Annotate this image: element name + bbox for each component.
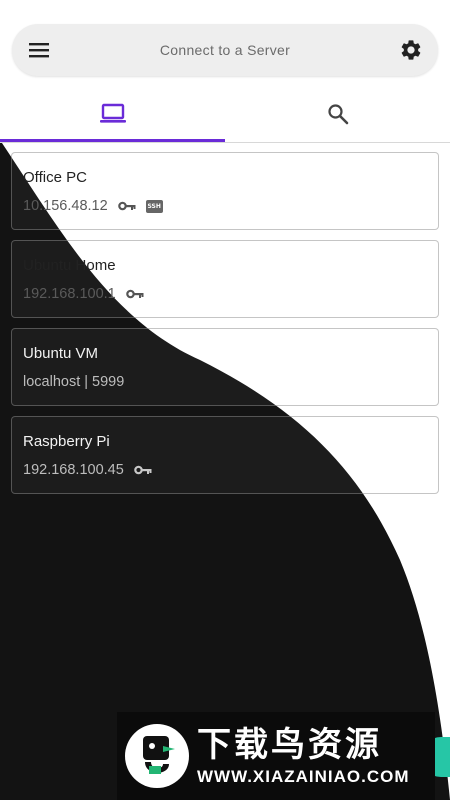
hamburger-menu-icon — [29, 43, 49, 58]
tab-search[interactable] — [225, 86, 450, 142]
ssh-badge: SSH — [145, 199, 163, 213]
server-address: 10.156.48.12 — [23, 198, 108, 214]
watermark-banner: 下载鸟资源 WWW.XIAZAINIAO.COM — [117, 712, 435, 800]
key-icon — [117, 201, 136, 211]
server-card-ubuntu-vm[interactable]: Ubuntu VM localhost | 5999 — [11, 328, 439, 406]
server-address: localhost | 5999 — [23, 374, 125, 390]
tab-bar — [0, 86, 450, 142]
tab-servers[interactable] — [0, 86, 225, 142]
server-address: 192.168.100.45 — [23, 462, 124, 478]
laptop-icon — [99, 103, 126, 123]
search-icon — [327, 104, 348, 125]
server-card-raspberry-pi[interactable]: Raspberry Pi 192.168.100.45 — [11, 416, 439, 494]
top-search-bar[interactable]: Connect to a Server — [12, 24, 438, 76]
server-name: Office PC — [23, 169, 87, 186]
key-icon — [125, 289, 144, 299]
server-list: Office PC 10.156.48.12 SSH Ubuntu Home 1… — [11, 152, 439, 504]
server-name: Ubuntu VM — [23, 345, 99, 362]
watermark-url: WWW.XIAZAINIAO.COM — [197, 767, 410, 786]
watermark-title: 下载鸟资源 — [197, 725, 382, 765]
watermark-bird-logo-icon — [125, 724, 189, 788]
settings-button[interactable] — [398, 37, 424, 63]
key-icon — [133, 465, 152, 475]
menu-button[interactable] — [26, 37, 52, 63]
server-name: Raspberry Pi — [23, 433, 110, 450]
gear-icon — [401, 40, 421, 60]
tab-divider — [0, 142, 450, 143]
server-address: 192.168.100.1 — [23, 286, 116, 302]
app-title: Connect to a Server — [159, 42, 291, 58]
server-card-office-pc[interactable]: Office PC 10.156.48.12 SSH — [11, 152, 439, 230]
server-name: Ubuntu Home — [23, 257, 116, 274]
server-card-ubuntu-home[interactable]: Ubuntu Home 192.168.100.1 — [11, 240, 439, 318]
